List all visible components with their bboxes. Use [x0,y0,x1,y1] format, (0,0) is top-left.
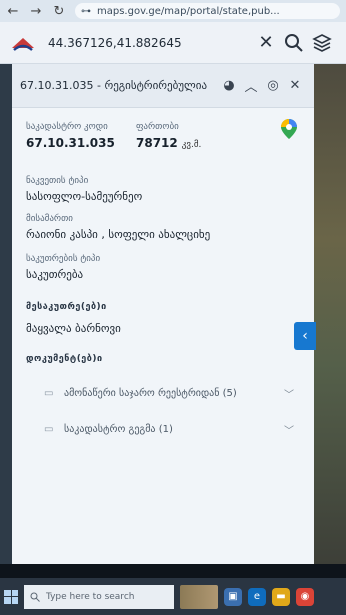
screen-bezel [0,564,346,578]
eye-icon[interactable]: ◎ [262,78,284,93]
ownership-value: საკუთრება [26,268,84,281]
edge-icon[interactable]: e [248,587,266,606]
document-label: ამონაწერი საჯარო რეესტრიდან (5) [64,387,237,399]
cadastral-code-value: 67.10.31.035 [26,136,115,150]
reload-icon[interactable]: ↻ [52,4,66,19]
browser-toolbar: ← → ↻ ⊶ maps.gov.ge/map/portal/state,pub… [0,0,346,22]
address-bar[interactable]: ⊶ maps.gov.ge/map/portal/state,pub... [75,3,340,19]
napr-logo-icon[interactable] [10,34,36,52]
map-search-bar: 44.367126,41.882645 ✕ [0,22,346,64]
windows-taskbar: Type here to search ▣ e ▬ ◉ [0,578,346,615]
panel-title: 67.10.31.035 - რეგისტრირებულია [20,79,208,92]
layers-icon[interactable] [308,29,336,57]
map-view[interactable] [314,64,346,564]
chevron-down-icon[interactable]: ﹀ [284,422,294,437]
map-pin-icon[interactable] [280,118,298,140]
parcel-info-panel: 67.10.31.035 - რეგისტრირებულია ◕ ︿ ◎ ✕ ს… [12,64,314,564]
close-icon[interactable]: ✕ [284,78,306,93]
chevron-down-icon[interactable]: ﹀ [284,386,294,401]
search-icon[interactable] [280,29,308,57]
coordinates-input[interactable]: 44.367126,41.882645 [48,36,252,50]
document-icon: ▭ [44,423,54,435]
document-label: საკადასტრო გეგმა (1) [64,423,173,435]
document-icon: ▭ [44,387,54,399]
address-value: რაიონი კასპი , სოფელი ახალციხე [26,228,211,241]
area-label: ფართობი [136,122,179,132]
map-edge-left [0,64,12,564]
address-label: მისამართი [26,214,73,224]
site-info-icon[interactable]: ⊶ [81,6,91,17]
panel-header: 67.10.31.035 - რეგისტრირებულია ◕ ︿ ◎ ✕ [12,64,314,108]
owners-section-title: მესაკუთრე(ებ)ი [26,302,107,312]
windows-start-icon[interactable] [4,589,18,604]
search-icon [30,592,40,602]
close-icon[interactable]: ✕ [252,29,280,57]
search-highlight-image[interactable] [180,584,218,609]
documents-section-title: დოკუმენტ(ებ)ი [26,354,103,364]
arrow-left-icon[interactable]: ← [6,4,20,19]
palette-icon[interactable]: ◕ [218,78,240,93]
area-unit: კვ.მ. [181,140,202,150]
url-text: maps.gov.ge/map/portal/state,pub... [97,5,280,17]
file-explorer-icon[interactable]: ▬ [272,587,290,606]
taskbar-search-placeholder: Type here to search [46,591,135,602]
area-value: 78712 კვ.მ. [136,136,201,150]
cadastral-code-label: საკადასტრო კოდი [26,122,108,132]
chevron-left-icon: ‹ [302,328,308,344]
chevron-up-icon[interactable]: ︿ [240,76,262,95]
ownership-label: საკუთრების ტიპი [26,254,101,264]
document-row[interactable]: ▭ ამონაწერი საჯარო რეესტრიდან (5) ﹀ [26,380,302,406]
taskbar-search[interactable]: Type here to search [24,584,174,609]
land-type-label: ნაკვეთის ტიპი [26,176,89,186]
task-view-icon[interactable]: ▣ [224,587,242,606]
owner-name: მაყვალა ბარნოვი [26,322,121,335]
arrow-right-icon[interactable]: → [29,4,43,19]
document-row[interactable]: ▭ საკადასტრო გეგმა (1) ﹀ [26,416,302,442]
collapse-panel-button[interactable]: ‹ [294,322,316,350]
land-type-value: სასოფლო-სამეურნეო [26,190,143,203]
chrome-icon[interactable]: ◉ [296,587,314,606]
area-number: 78712 [136,136,178,150]
